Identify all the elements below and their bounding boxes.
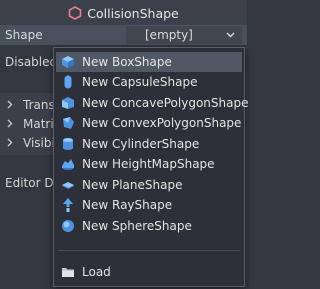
- menu-item-label: New HeightMapShape: [82, 157, 215, 171]
- concave-polygon-shape-icon: [61, 96, 75, 110]
- section-visibility[interactable]: Visibility: [0, 131, 73, 155]
- height-map-shape-icon: [61, 157, 75, 171]
- menu-item-label: New ConvexPolygonShape: [82, 116, 242, 130]
- menu-item-load-label: Load: [82, 265, 111, 279]
- chevron-right-icon: [7, 138, 13, 147]
- menu-item-new-convexpolygonshape[interactable]: New ConvexPolygonShape: [56, 113, 242, 133]
- shape-property-label: Shape: [5, 28, 43, 42]
- convex-polygon-shape-icon: [61, 116, 75, 130]
- shape-property-dropdown[interactable]: [empty]: [126, 26, 242, 44]
- ray-shape-icon: [61, 198, 75, 212]
- shape-property-value: [empty]: [145, 28, 193, 42]
- menu-item-new-heightmapshape[interactable]: New HeightMapShape: [56, 154, 242, 174]
- chevron-right-icon: [7, 119, 13, 128]
- menu-item-label: New CapsuleShape: [82, 75, 198, 89]
- menu-item-new-rayshape[interactable]: New RayShape: [56, 195, 242, 215]
- menu-item-new-boxshape[interactable]: New BoxShape: [56, 52, 242, 72]
- menu-item-new-planeshape[interactable]: New PlaneShape: [56, 175, 242, 195]
- menu-item-label: New BoxShape: [82, 55, 172, 69]
- menu-item-new-concavepolygonshape[interactable]: New ConcavePolygonShape: [56, 93, 248, 113]
- menu-item-label: New PlaneShape: [82, 178, 183, 192]
- disabled-property-label: Disabled: [5, 55, 58, 69]
- menu-item-new-cylindershape[interactable]: New CylinderShape: [56, 134, 242, 154]
- menu-item-load[interactable]: Load: [56, 262, 242, 282]
- shape-property-row: Shape [empty]: [0, 25, 247, 45]
- chevron-down-icon[interactable]: [226, 32, 235, 38]
- menu-item-new-sphereshape[interactable]: New SphereShape: [56, 216, 242, 236]
- chevron-right-icon: [7, 100, 13, 109]
- collision-shape-icon: [68, 6, 82, 20]
- box-shape-icon: [61, 55, 75, 69]
- menu-item-label: New CylinderShape: [82, 137, 200, 151]
- menu-item-new-capsuleshape[interactable]: New CapsuleShape: [56, 72, 242, 92]
- sphere-shape-icon: [61, 219, 75, 233]
- menu-item-label: New ConcavePolygonShape: [82, 96, 249, 110]
- plane-shape-icon: [61, 178, 75, 192]
- new-shape-popup-menu: New BoxShape New CapsuleShape New Concav…: [53, 47, 248, 287]
- menu-item-label: New SphereShape: [82, 219, 192, 233]
- capsule-shape-icon: [61, 75, 75, 89]
- inspector-header: CollisionShape: [0, 0, 247, 26]
- folder-icon: [61, 265, 75, 279]
- inspector-title: CollisionShape: [87, 5, 179, 21]
- menu-separator: [58, 250, 240, 251]
- menu-item-label: New RayShape: [82, 198, 173, 212]
- cylinder-shape-icon: [61, 137, 75, 151]
